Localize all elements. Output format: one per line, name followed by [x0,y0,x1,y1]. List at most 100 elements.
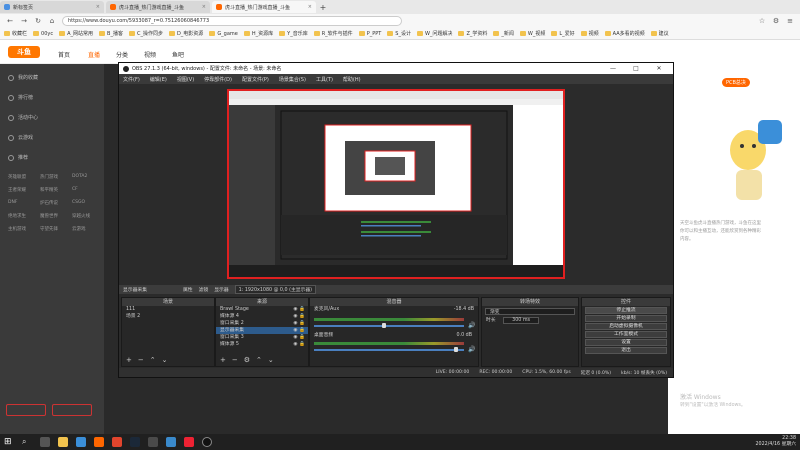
sidebar-red-button-1[interactable] [6,404,46,416]
category-link[interactable]: 守望先锋 [40,226,72,232]
bookmark-item[interactable]: _新闻 [493,30,514,37]
home-icon[interactable]: ⌂ [48,17,56,25]
tab-new-page[interactable]: 新标签页 × [0,1,104,13]
source-item[interactable]: Brawl Stage ◉ 🔒 [216,306,308,313]
obs-menu-item[interactable]: 帮助(H) [343,76,361,83]
obs-menu-item[interactable]: 工具(T) [316,76,333,83]
sidebar-item-favorites[interactable]: 我的收藏 [8,74,38,81]
source-item[interactable]: 窗口采集 2 ◉ 🔒 [216,320,308,327]
start-recording-button[interactable]: 开始录制 [585,315,667,322]
bookmark-item[interactable]: P_PPT [358,31,381,37]
source-item[interactable]: 媒体源 5 ◉ 🔒 [216,341,308,348]
close-icon[interactable]: × [202,4,206,10]
settings-button[interactable]: 设置 [585,339,667,346]
sidebar-item-events[interactable]: 活动中心 [8,114,38,121]
search-icon[interactable]: ⌕ [22,437,32,447]
nav-category[interactable]: 分类 [116,50,128,59]
bookmark-item[interactable]: W_视频 [519,30,545,37]
close-icon[interactable]: × [96,4,100,10]
duration-input[interactable]: 300 ms [503,317,539,324]
source-item-selected[interactable]: 显示器采集 ◉ 🔒 [216,327,308,334]
eye-icon[interactable]: ◉ 🔒 [293,313,308,320]
nav-video[interactable]: 视频 [144,50,156,59]
category-link[interactable]: 热门游戏 [40,174,72,180]
obs-menu-item[interactable]: 编辑(E) [150,76,167,83]
gear-icon[interactable]: ⚙ [244,356,250,364]
volume-knob[interactable] [382,323,386,328]
eye-icon[interactable]: ◉ 🔒 [293,327,308,334]
tab-douyu-1[interactable]: 虎斗直播_热门游戏直播_斗鱼 × [106,1,210,13]
sidebar-item-recommend[interactable]: 推荐 [8,154,28,161]
nav-home[interactable]: 首页 [58,50,70,59]
virtual-camera-button[interactable]: 启动虚拟摄像机 [585,323,667,330]
app-icon[interactable] [184,437,194,447]
category-link[interactable]: DOTA2 [72,174,104,180]
scene-item[interactable]: 111 [122,306,214,313]
obs-menu-item[interactable]: 配置文件(P) [242,76,269,83]
category-link[interactable]: 绝地求生 [8,213,40,219]
obs-taskbar-icon[interactable] [202,437,212,447]
pcb-badge[interactable]: PCB总决 [722,78,750,87]
bookmark-item[interactable]: W_问题解决 [416,30,452,37]
volume-slider[interactable] [314,349,464,351]
volume-knob[interactable] [454,347,458,352]
speaker-icon[interactable]: 🔊 [468,322,475,329]
menu-icon[interactable]: ≡ [786,17,794,25]
bookmark-item[interactable]: H_资源库 [243,30,273,37]
eye-icon[interactable]: ◉ 🔒 [293,320,308,327]
down-icon[interactable]: ⌄ [268,356,274,364]
obs-menu-item[interactable]: 场景集合(S) [279,76,306,83]
minimize-icon[interactable]: — [603,65,623,72]
tab-douyu-2[interactable]: 虎斗直播_热门游戏直播_斗鱼 × [212,1,316,13]
sidebar-red-button-2[interactable] [52,404,92,416]
category-link[interactable]: 穿越火线 [72,213,104,219]
down-icon[interactable]: ⌄ [162,356,168,364]
nav-fishbar[interactable]: 鱼吧 [172,50,184,59]
app-icon[interactable] [112,437,122,447]
bookmark-item[interactable]: B_播客 [99,30,123,37]
bookmark-item[interactable]: S_设计 [387,30,411,37]
remove-icon[interactable]: − [232,356,238,364]
category-link[interactable]: 魔兽世界 [40,213,72,219]
sidebar-item-cloudgame[interactable]: 云游戏 [8,134,33,141]
source-item[interactable]: 媒体源 4 ◉ 🔒 [216,313,308,320]
windows-start-icon[interactable]: ⊞ [4,437,14,447]
add-icon[interactable]: + [126,356,132,364]
volume-slider[interactable] [314,325,464,327]
bookmark-item[interactable]: 00yc [33,31,53,37]
app-icon[interactable] [166,437,176,447]
exit-button[interactable]: 退出 [585,347,667,354]
source-item[interactable]: 窗口采集 3 ◉ 🔒 [216,334,308,341]
file-explorer-icon[interactable] [58,437,68,447]
obs-menu-item[interactable]: 文件(F) [123,76,140,83]
bookmark-item[interactable]: C_操作同步 [128,30,163,37]
nav-live[interactable]: 直播 [88,50,100,59]
transition-select[interactable]: 渐变 [485,308,575,315]
new-tab-plus-icon[interactable]: + [318,3,328,12]
sidebar-item-ranking[interactable]: 排行榜 [8,94,33,101]
category-link[interactable]: 主机游戏 [8,226,40,232]
bookmark-item[interactable]: G_game [209,31,238,37]
add-icon[interactable]: + [220,356,226,364]
stop-streaming-button[interactable]: 停止推流 [585,307,667,314]
system-clock[interactable]: 22:38 2022/4/16 星期六 [755,436,796,448]
obs-menu-item[interactable]: 停靠部件(D) [204,76,232,83]
refresh-icon[interactable]: ↻ [34,17,42,25]
bookmark-item[interactable]: A_网站常用 [59,30,93,37]
obs-menu-item[interactable]: 视图(V) [177,76,194,83]
category-link[interactable]: 英雄联盟 [8,174,40,180]
obs-preview[interactable] [227,89,565,279]
bookmark-item[interactable]: D_电影资源 [168,30,203,37]
category-link[interactable]: CF [72,187,104,193]
category-link[interactable]: 和平精英 [40,187,72,193]
category-link[interactable]: 炉石传说 [40,200,72,206]
forward-icon[interactable]: → [20,17,28,25]
bookmark-item[interactable]: R_软件与插件 [313,30,353,37]
browser-icon[interactable] [76,437,86,447]
scene-item[interactable]: 场景 2 [122,313,214,320]
eye-icon[interactable]: ◉ 🔒 [293,341,308,348]
category-link[interactable]: 王者荣耀 [8,187,40,193]
bookmark-item[interactable]: L_爱好 [551,30,575,37]
eye-icon[interactable]: ◉ 🔒 [293,306,308,313]
star-icon[interactable]: ☆ [758,17,766,25]
